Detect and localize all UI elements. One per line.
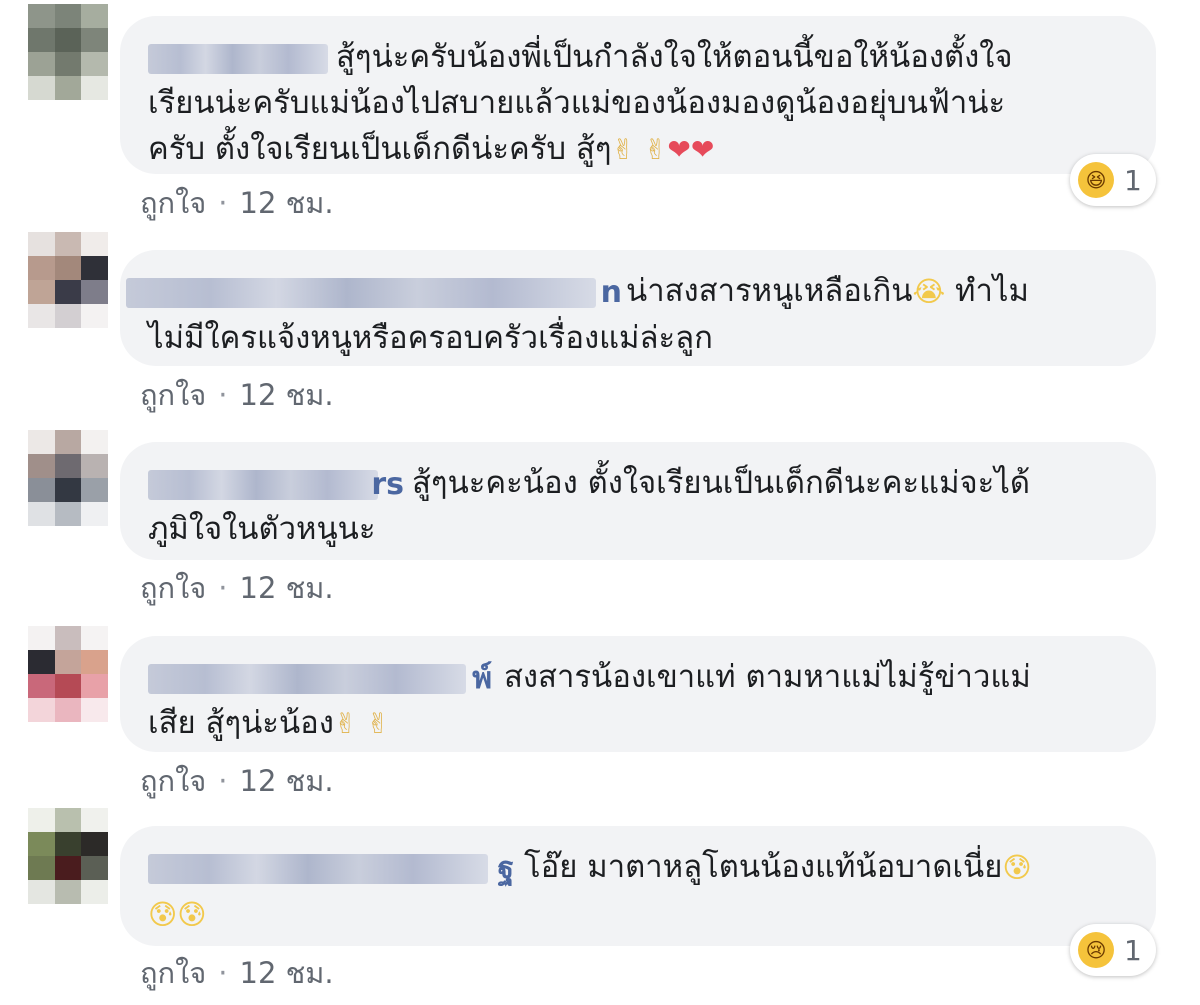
commenter-name-link[interactable]: n: [126, 275, 622, 310]
like-link[interactable]: ถูกใจ: [140, 378, 206, 412]
comment-text-line-1: สู้ๆนะคะน้อง ตั้งใจเรียนเป็นเด็กดีนะคะแม…: [412, 465, 1031, 501]
avatar[interactable]: [28, 808, 108, 904]
comment-meta: ถูกใจ · 12 ชม.: [140, 758, 334, 804]
separator-dot: ·: [218, 378, 228, 412]
timestamp[interactable]: 12 ชม.: [240, 186, 334, 220]
comment-meta: ถูกใจ · 12 ชม.: [140, 372, 334, 418]
victory-hand-emoji-icon: ✌ ✌: [333, 707, 390, 740]
separator-dot: ·: [218, 571, 228, 605]
commenter-name-link[interactable]: rs: [148, 467, 404, 502]
comment-text-line-2: เรียนน่ะครับแม่น้องไปสบายแล้วแม่ของน้องม…: [148, 85, 1006, 121]
like-link[interactable]: ถูกใจ: [140, 764, 206, 798]
reaction-count: 1: [1124, 933, 1142, 967]
comment-text-line-1: สู้ๆน่ะครับน้องพี่เป็นกำลังใจให้ตอนนี้ขอ…: [336, 39, 1013, 75]
reaction-count: 1: [1124, 163, 1142, 197]
comment-meta: ถูกใจ · 12 ชม.: [140, 180, 334, 226]
timestamp[interactable]: 12 ชม.: [240, 764, 334, 798]
heart-emoji-icon: ❤❤: [667, 133, 715, 166]
avatar[interactable]: [28, 4, 108, 100]
timestamp[interactable]: 12 ชม.: [240, 378, 334, 412]
reaction-badge[interactable]: 😢 1: [1070, 924, 1156, 976]
comment-bubble: พ์ สงสารน้องเขาแท่ ตามหาแม่ไม่รู้ข่าวแม่ …: [120, 636, 1156, 752]
crying-face-icon: 😢: [1078, 932, 1114, 968]
comment-bubble: ฐ โอ๊ย มาตาหลูโตนน้องแท้น้อบาดเนี่ย😰 😰😰: [120, 826, 1156, 946]
anxious-sweat-emoji-icon: 😰: [1002, 851, 1032, 884]
laughing-face-icon: 😆: [1078, 162, 1114, 198]
like-link[interactable]: ถูกใจ: [140, 956, 206, 990]
comment-bubble: สู้ๆน่ะครับน้องพี่เป็นกำลังใจให้ตอนนี้ขอ…: [120, 16, 1156, 174]
comment-bubble: n น่าสงสารหนูเหลือเกิน😭 ทำไม ไม่มีใครแจ้ง…: [120, 250, 1156, 366]
comment-meta: ถูกใจ · 12 ชม.: [140, 565, 334, 611]
comment-text-line-1: สงสารน้องเขาแท่ ตามหาแม่ไม่รู้ข่าวแม่: [504, 659, 1031, 695]
avatar[interactable]: [28, 430, 108, 526]
victory-hand-emoji-icon: ✌ ✌: [611, 133, 668, 166]
commenter-name-link[interactable]: [148, 43, 328, 74]
comment-text-line-2: ไม่มีใครแจ้งหนูหรือครอบครัวเรื่องแม่ล่ะล…: [148, 320, 713, 356]
comment-meta: ถูกใจ · 12 ชม.: [140, 950, 334, 996]
comment-text-line-2: เสีย สู้ๆน่ะน้อง: [148, 705, 334, 741]
comment-text-line-3: ครับ ตั้งใจเรียนเป็นเด็กดีน่ะครับ สู้ๆ: [148, 131, 612, 167]
anxious-sweat-emoji-icon: 😰😰: [148, 898, 207, 931]
timestamp[interactable]: 12 ชม.: [240, 956, 334, 990]
commenter-name-link[interactable]: ฐ: [148, 851, 514, 886]
separator-dot: ·: [218, 764, 228, 798]
like-link[interactable]: ถูกใจ: [140, 571, 206, 605]
separator-dot: ·: [218, 956, 228, 990]
comment-text-line-1: โอ๊ย มาตาหลูโตนน้องแท้น้อบาดเนี่ย: [524, 849, 1003, 885]
commenter-name-link[interactable]: พ์: [148, 661, 492, 696]
loudly-crying-emoji-icon: 😭: [912, 275, 946, 308]
comment-bubble: rs สู้ๆนะคะน้อง ตั้งใจเรียนเป็นเด็กดีนะคะ…: [120, 442, 1156, 560]
reaction-badge[interactable]: 😆 1: [1070, 154, 1156, 206]
like-link[interactable]: ถูกใจ: [140, 186, 206, 220]
separator-dot: ·: [218, 186, 228, 220]
avatar[interactable]: [28, 232, 108, 328]
comment-text-line-2: ภูมิใจในตัวหนูนะ: [148, 511, 376, 547]
timestamp[interactable]: 12 ชม.: [240, 571, 334, 605]
comment-text-line-1: น่าสงสารหนูเหลือเกิน: [626, 273, 913, 309]
avatar[interactable]: [28, 626, 108, 722]
